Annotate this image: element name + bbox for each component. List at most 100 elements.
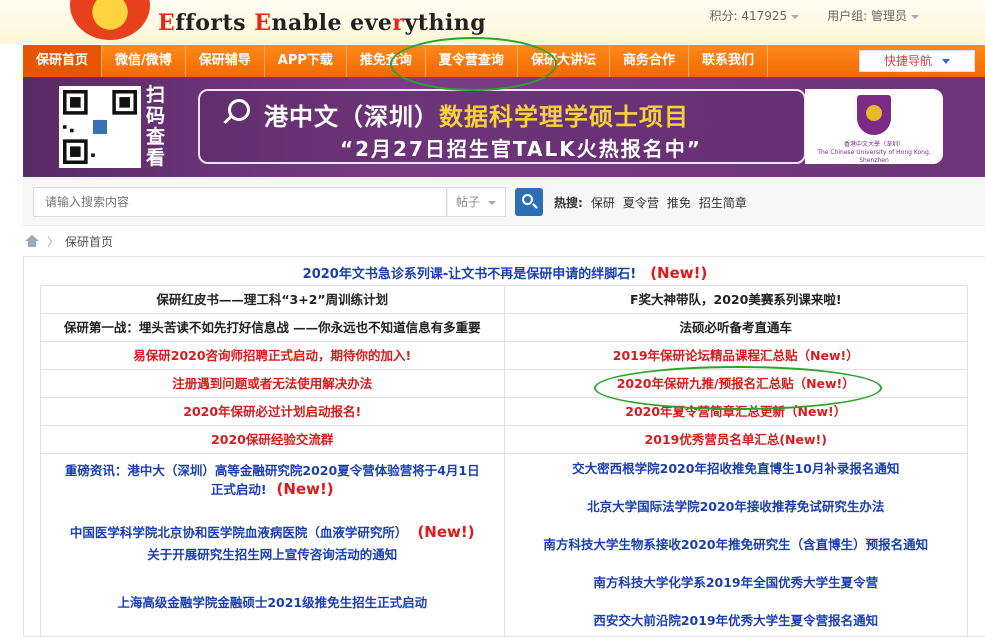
table-cell: 注册遇到问题或者无法使用解决办法 <box>40 369 505 398</box>
table-row: 保研红皮书——理工科“3+2”周训练计划 F奖大神带队，2020美赛系列课来啦! <box>40 285 968 314</box>
announcement-link[interactable]: 北京大学国际法学院2020年接收推荐免试研究生办法 <box>511 498 962 516</box>
logo-text-part: E <box>158 10 176 36</box>
search-bar: 帖子 热搜: 保研夏令营推免招生简章 <box>23 178 985 226</box>
top-header: Efforts Enable everything 积分: 417925 用户组… <box>0 0 985 44</box>
table-cell: 重磅资讯：港中大（深圳）高等金融研究院2020夏令营体验营将于4月1日正式启动!… <box>40 453 505 637</box>
nav-item-7[interactable]: 商务合作 <box>610 45 689 77</box>
announcement-link[interactable]: 2020保研经验交流群 <box>211 432 333 447</box>
announcement-link[interactable]: 西安交大前沿院2019年优秀大学生夏令营报名通知 <box>511 612 962 630</box>
university-logo: 香港中文大學（深圳） The Chinese University of Hong… <box>805 89 943 164</box>
new-badge: (New!) <box>417 523 475 541</box>
nav-item-0[interactable]: 保研首页 <box>23 45 103 77</box>
logo-text-part: fforts <box>175 10 255 36</box>
hot-search-term[interactable]: 招生简章 <box>699 194 747 211</box>
site-logo-mark[interactable] <box>70 0 150 40</box>
table-cell: 2020保研经验交流群 <box>40 425 505 454</box>
search-type-select[interactable]: 帖子 <box>447 187 506 217</box>
hot-search-term[interactable]: 推免 <box>667 194 691 211</box>
table-cell: 法硕必听备考直通车 <box>503 313 968 342</box>
logo-text-part: E <box>254 10 272 36</box>
announcement-link[interactable]: 注册遇到问题或者无法使用解决办法 <box>172 376 372 391</box>
link-text: 重磅资讯：港中大（深圳）高等金融研究院2020夏令营体验营将于4月1日 <box>64 463 480 478</box>
qr-code <box>59 86 141 168</box>
search-icon <box>228 99 250 121</box>
table-cell: 2020年夏令营简章汇总更新（New!） <box>503 397 968 426</box>
table-cell: 2020年保研九推/预报名汇总贴（New!） <box>503 369 968 398</box>
search-icon <box>522 194 533 205</box>
table-row: 重磅资讯：港中大（深圳）高等金融研究院2020夏令营体验营将于4月1日正式启动!… <box>40 453 968 637</box>
ad-subtitle: “2月27日招生官TALK火热报名中” <box>340 137 702 161</box>
chevron-down-icon <box>488 200 497 205</box>
table-cell: 交大密西根学院2020年招收推免直博生10月补录报名通知 北京大学国际法学院202… <box>503 453 968 637</box>
table-row: 2020保研经验交流群 2019优秀营员名单汇总(New!) <box>40 425 968 454</box>
table-row: 2020年保研必过计划启动报名! 2020年夏令营简章汇总更新（New!） <box>40 397 968 426</box>
new-badge: (New!) <box>276 480 334 498</box>
announcement-link[interactable]: 2019年保研论坛精品课程汇总贴（New!） <box>613 348 859 363</box>
logo-text-part: r <box>392 10 405 36</box>
search-input[interactable] <box>33 187 447 217</box>
link-text: 正式启动! <box>210 482 267 497</box>
logo-text-part: nable <box>271 10 351 36</box>
quick-nav-dropdown[interactable]: 快捷导航 <box>859 50 975 72</box>
table-cell: 2019年保研论坛精品课程汇总贴（New!） <box>503 341 968 370</box>
nav-item-3[interactable]: APP下载 <box>265 45 347 77</box>
table-row: 易保研2020咨询师招聘正式启动，期待你的加入! 2019年保研论坛精品课程汇总贴… <box>40 341 968 370</box>
nav-item-5[interactable]: 夏令营查询 <box>426 45 518 77</box>
announcement-link[interactable]: 南方科技大学化学系2019年全国优秀大学生夏令营 <box>511 574 962 592</box>
breadcrumb: 〉 保研首页 <box>23 226 985 256</box>
hot-search-label: 热搜: <box>554 196 583 210</box>
nav-item-8[interactable]: 联系我们 <box>689 45 768 77</box>
university-name: 香港中文大學（深圳） The Chinese University of Hong… <box>817 141 931 164</box>
table-row: 注册遇到问题或者无法使用解决办法 2020年保研九推/预报名汇总贴（New!） <box>40 369 968 398</box>
announcement-panel: 2020年文书急诊系列课-让文书不再是保研申请的绊脚石! (New!) 保研红皮书… <box>23 256 985 637</box>
points-menu[interactable]: 积分: 417925 <box>709 7 800 24</box>
nav-item-1[interactable]: 微信/微博 <box>102 45 186 77</box>
banner: 扫码查看 港中文（深圳）数据科学理学硕士项目 “2月27日招生官TALK火热报名… <box>23 77 985 177</box>
announcement-link[interactable]: 2020年夏令营简章汇总更新（New!） <box>625 404 846 419</box>
announcement-link[interactable]: 2020年保研必过计划启动报名! <box>183 404 361 419</box>
nav-item-2[interactable]: 保研辅导 <box>186 45 265 77</box>
hot-searches: 热搜: 保研 夏令营 推免 招生简章 <box>554 194 747 211</box>
announcement-link[interactable]: 法硕必听备考直通车 <box>679 320 792 335</box>
hot-search-term[interactable]: 夏令营 <box>623 194 659 211</box>
announcement-link[interactable]: 交大密西根学院2020年招收推免直博生10月补录报名通知 <box>511 460 962 478</box>
announcement-link[interactable]: 中国医学科学院北京协和医学院血液病医院（血液学研究所） (New!) <box>47 523 498 542</box>
announcement-link[interactable]: 2020年保研九推/预报名汇总贴（New!） <box>617 376 855 391</box>
announcement-link[interactable]: 关于开展研究生招生网上宣传咨询活动的通知 <box>47 546 498 564</box>
announcement-link[interactable]: 保研第一战：埋头苦读不如先打好信息战 ——你永远也不知道信息有多重要 <box>64 320 481 335</box>
site-logo-text[interactable]: Efforts Enable everything <box>158 10 486 36</box>
nav-item-4[interactable]: 推免查询 <box>347 45 426 77</box>
table-cell: 保研第一战：埋头苦读不如先打好信息战 ——你永远也不知道信息有多重要 <box>40 313 505 342</box>
logo-text-part: eve <box>350 10 393 36</box>
breadcrumb-current[interactable]: 保研首页 <box>65 233 113 250</box>
table-cell: 保研红皮书——理工科“3+2”周训练计划 <box>40 285 505 314</box>
scan-text: 扫码查看 <box>146 84 166 169</box>
user-group-menu[interactable]: 用户组: 管理员 <box>827 7 919 24</box>
user-info: 积分: 417925 用户组: 管理员 <box>709 7 919 24</box>
chevron-down-icon <box>911 14 919 19</box>
ad-title: 港中文（深圳）数据科学理学硕士项目 <box>264 103 689 131</box>
qr-code-graphic <box>63 90 137 164</box>
announcement-link[interactable]: F奖大神带队，2020美赛系列课来啦! <box>630 292 842 307</box>
announcement-link[interactable]: 2019优秀营员名单汇总(New!) <box>645 432 827 447</box>
chevron-down-icon <box>942 59 950 64</box>
announcement-link[interactable]: 上海高级金融学院金融硕士2021级推免生招生正式启动 <box>47 594 498 612</box>
headline-link[interactable]: 2020年文书急诊系列课-让文书不再是保研申请的绊脚石! (New!) <box>24 263 985 282</box>
table-cell: 2019优秀营员名单汇总(New!) <box>503 425 968 454</box>
announcement-table: 保研红皮书——理工科“3+2”周训练计划 F奖大神带队，2020美赛系列课来啦! 保… <box>40 285 968 637</box>
nav-item-6[interactable]: 保研大讲坛 <box>518 45 610 77</box>
table-cell: F奖大神带队，2020美赛系列课来啦! <box>503 285 968 314</box>
announcement-link[interactable]: 易保研2020咨询师招聘正式启动，期待你的加入! <box>133 348 411 363</box>
announcement-link[interactable]: 重磅资讯：港中大（深圳）高等金融研究院2020夏令营体验营将于4月1日正式启动!… <box>47 462 498 499</box>
banner-ad[interactable]: 港中文（深圳）数据科学理学硕士项目 “2月27日招生官TALK火热报名中” <box>198 89 806 164</box>
link-text: 中国医学科学院北京协和医学院血液病医院（血液学研究所） <box>69 525 408 540</box>
table-cell: 2020年保研必过计划启动报名! <box>40 397 505 426</box>
home-icon[interactable] <box>25 235 39 247</box>
search-button[interactable] <box>515 188 543 216</box>
announcement-link[interactable]: 保研红皮书——理工科“3+2”周训练计划 <box>156 292 388 307</box>
table-cell: 易保研2020咨询师招聘正式启动，期待你的加入! <box>40 341 505 370</box>
main-nav: 保研首页 微信/微博 保研辅导 APP下载 推免查询 夏令营查询 保研大讲坛 商务合作 联系我们… <box>23 45 985 77</box>
hot-search-term[interactable]: 保研 <box>591 194 615 211</box>
table-row: 保研第一战：埋头苦读不如先打好信息战 ——你永远也不知道信息有多重要 法硕必听备考… <box>40 313 968 342</box>
announcement-link[interactable]: 南方科技大学生物系接收2020年推免研究生（含直博生）预报名通知 <box>511 536 962 554</box>
